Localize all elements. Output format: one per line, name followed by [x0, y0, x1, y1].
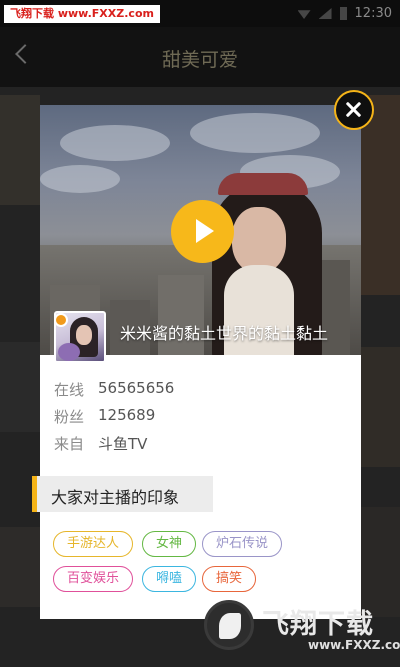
logo-icon — [204, 600, 254, 650]
app-header: 甜美可爱 — [0, 27, 400, 87]
play-icon — [196, 219, 214, 243]
info-row-source: 来自 斗鱼TV — [54, 433, 147, 454]
impression-tag[interactable]: 搞笑 — [202, 566, 256, 592]
streamer-name: 米米酱的黏土世界的黏土黏土 — [120, 324, 329, 343]
streamer-info-modal: 米米酱的黏土世界的黏土黏土 在线 56565656 粉丝 125689 来自 斗… — [32, 105, 361, 619]
medal-icon — [54, 313, 68, 327]
impression-tag[interactable]: 女神 — [142, 531, 196, 557]
impression-section-header: 大家对主播的印象 — [32, 476, 213, 512]
info-value: 56565656 — [98, 379, 175, 397]
play-button[interactable] — [171, 200, 234, 263]
status-bar: 飞翔下载 www.FXXZ.com 12:30 — [0, 0, 400, 27]
status-icons: 12:30 — [297, 6, 392, 21]
info-label: 在线 — [54, 381, 85, 399]
watermark-text: 飞翔下载 — [262, 609, 374, 640]
flower-crown — [218, 173, 308, 195]
info-label: 来自 — [54, 435, 85, 453]
impression-tag[interactable]: 嘚嗑 — [142, 566, 196, 592]
person-face — [232, 207, 286, 273]
site-watermark: 飞翔下载 www.FXXZ.com — [4, 5, 160, 23]
section-accent-bar — [32, 476, 37, 512]
bg-card — [361, 347, 400, 467]
bg-card — [0, 95, 40, 205]
close-icon — [345, 101, 362, 118]
close-button[interactable] — [334, 90, 374, 130]
avatar-face — [76, 325, 92, 345]
impression-tag[interactable]: 百变娱乐 — [53, 566, 133, 592]
impression-title: 大家对主播的印象 — [51, 488, 180, 507]
status-time: 12:30 — [354, 6, 392, 21]
impression-tag[interactable]: 手游达人 — [53, 531, 133, 557]
info-value: 斗鱼TV — [98, 435, 148, 453]
bg-card — [0, 342, 40, 432]
watermark-domain: www.FXXZ.com — [308, 638, 400, 652]
info-label: 粉丝 — [54, 408, 85, 426]
avatar-flowers — [58, 343, 80, 361]
page-title: 甜美可爱 — [161, 49, 238, 71]
watermark-logo: 飞翔下载 www.FXXZ.com — [204, 598, 400, 658]
impression-tag[interactable]: 炉石传说 — [202, 531, 282, 557]
cloud — [60, 125, 170, 161]
info-row-fans: 粉丝 125689 — [54, 406, 155, 427]
info-value: 125689 — [98, 406, 156, 424]
signal-icon — [318, 8, 332, 19]
cloud — [190, 113, 320, 153]
logo-mark — [219, 613, 241, 639]
battery-icon — [339, 7, 347, 20]
bg-card — [0, 527, 40, 607]
info-row-online: 在线 56565656 — [54, 379, 174, 400]
cloud — [40, 165, 120, 193]
wifi-icon — [297, 10, 311, 19]
